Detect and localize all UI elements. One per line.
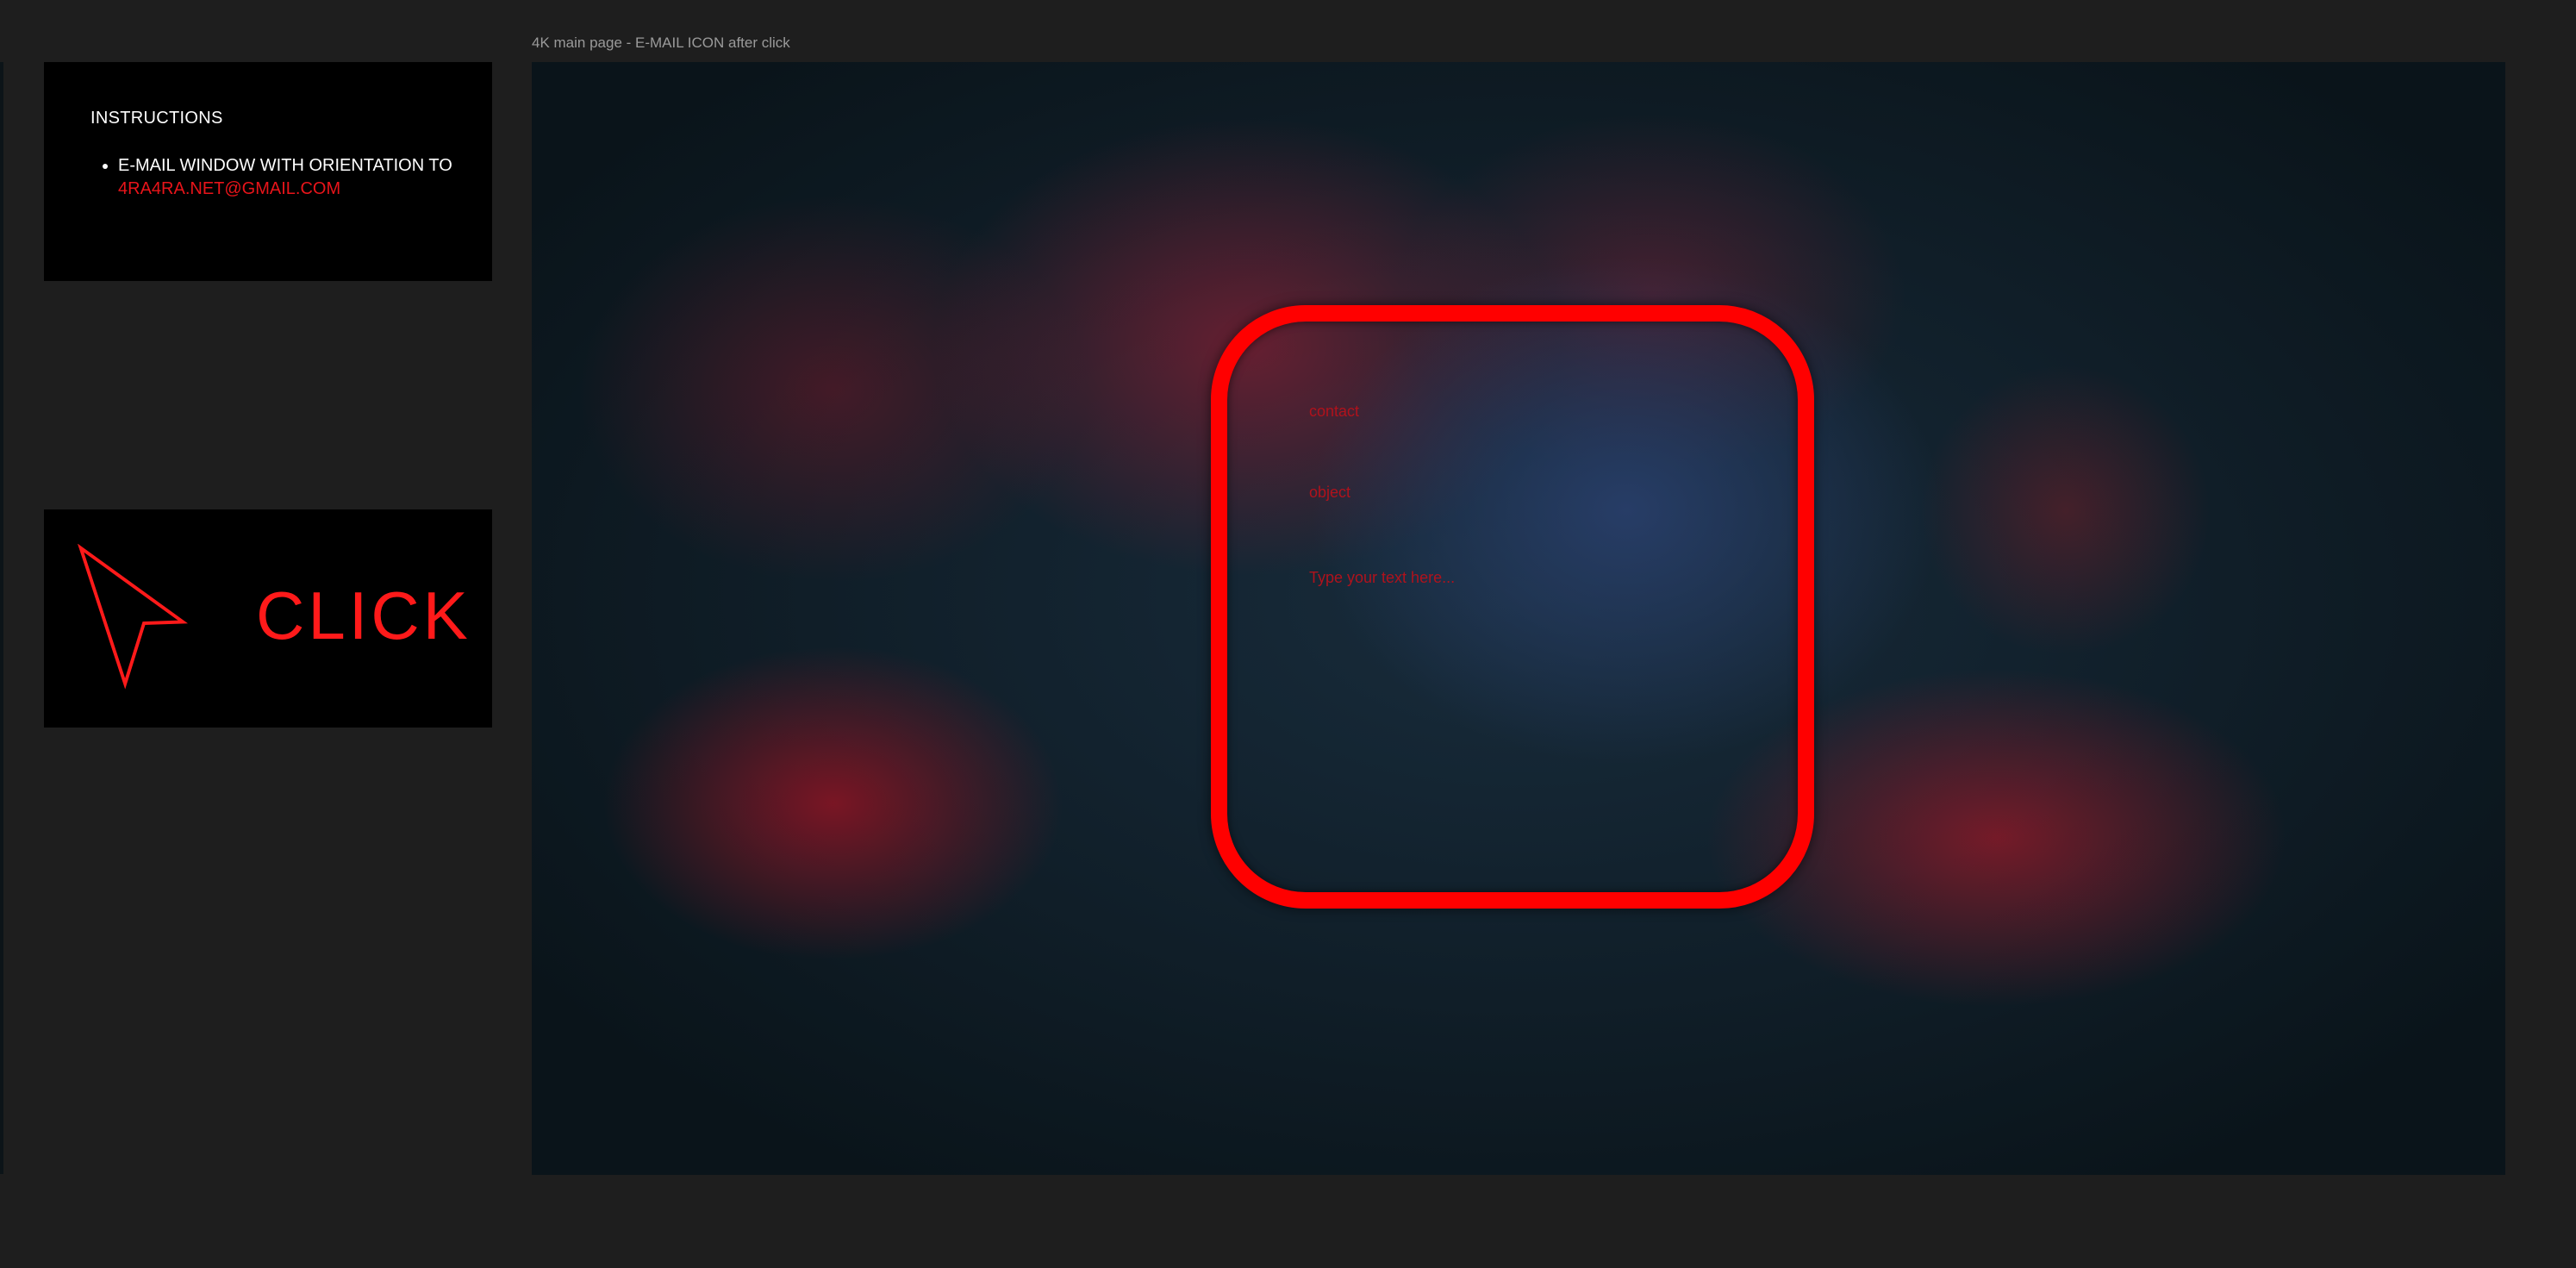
instructions-item-text: E-MAIL WINDOW WITH ORIENTATION TO (118, 156, 452, 175)
instructions-panel: INSTRUCTIONS E-MAIL WINDOW WITH ORIENTAT… (44, 62, 492, 281)
click-label: CLICK (256, 578, 471, 653)
contact-input[interactable] (1309, 403, 1723, 421)
email-window (1211, 305, 1814, 909)
instructions-title: INSTRUCTIONS (90, 109, 223, 128)
instructions-item: E-MAIL WINDOW WITH ORIENTATION TO 4RA4RA… (118, 154, 492, 201)
click-hint-panel: CLICK (44, 509, 492, 728)
cursor-arrow-icon (78, 544, 188, 690)
frame-label[interactable]: 4K main page - E-MAIL ICON after click (532, 34, 790, 52)
adjacent-frame-edge (0, 62, 3, 1174)
instructions-email: 4RA4RA.NET@GMAIL.COM (118, 179, 341, 198)
object-input[interactable] (1309, 484, 1723, 502)
main-page-frame (532, 62, 2505, 1175)
message-textarea[interactable] (1309, 568, 1723, 827)
instructions-list: E-MAIL WINDOW WITH ORIENTATION TO 4RA4RA… (90, 154, 492, 201)
design-canvas: INSTRUCTIONS E-MAIL WINDOW WITH ORIENTAT… (0, 0, 2576, 1268)
